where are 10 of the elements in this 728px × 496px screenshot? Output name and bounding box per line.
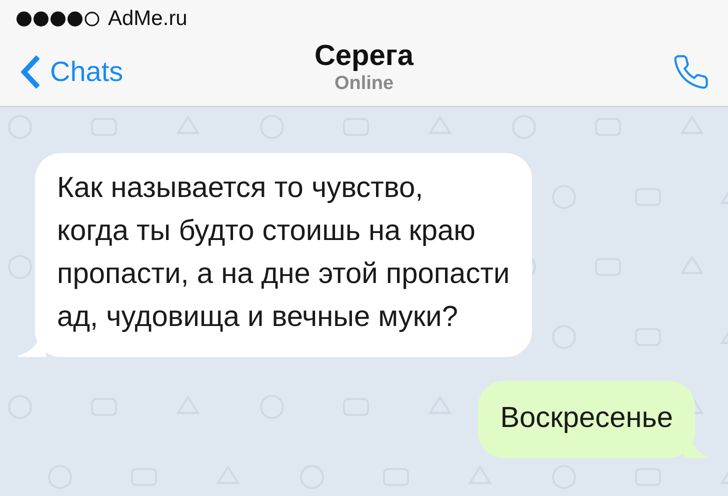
call-button[interactable] xyxy=(672,53,710,91)
online-status: Online xyxy=(334,72,394,95)
chevron-left-icon xyxy=(20,54,42,90)
message-text: Воскресенье xyxy=(500,402,673,434)
back-link[interactable]: Chats xyxy=(20,54,124,90)
signal-strength-icon xyxy=(16,11,100,27)
chat-title: Серега xyxy=(314,41,414,73)
carrier-name: AdMe.ru xyxy=(108,7,188,31)
phone-icon xyxy=(672,53,710,91)
message-text: Как называется то чувство, когда ты будто стоишь на краю пропасти, а на дне этой пропасти ад, чудовища и вечные муки? xyxy=(57,172,510,333)
